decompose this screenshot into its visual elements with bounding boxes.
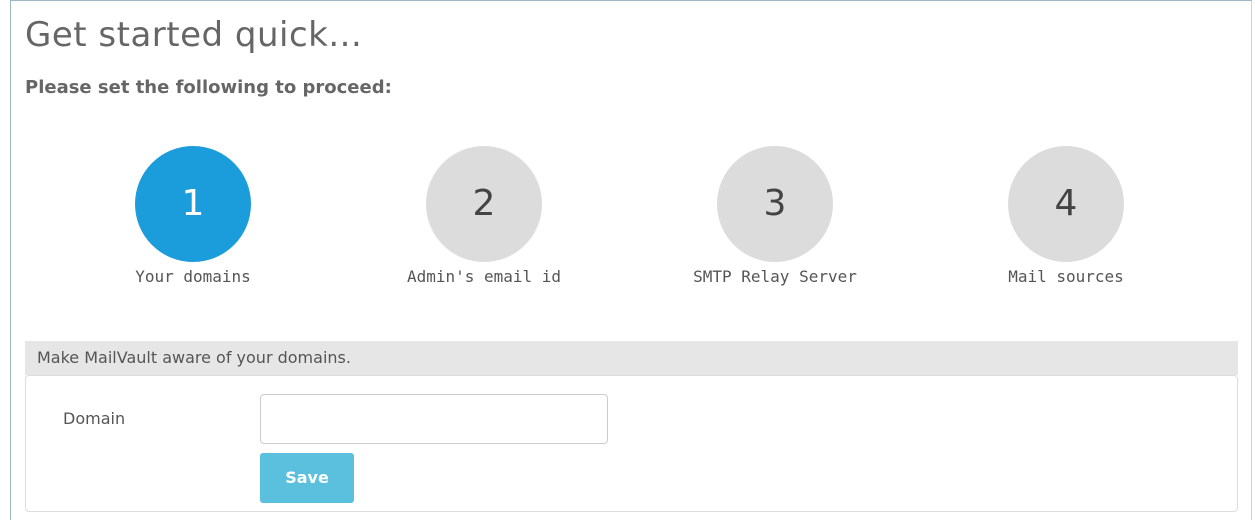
panel-header: Make MailVault aware of your domains. <box>25 341 1238 375</box>
step-number-circle: 1 <box>135 146 251 262</box>
step-admin-email[interactable]: 2 Admin's email id <box>364 146 604 296</box>
setup-wizard-frame: Get started quick... Please set the foll… <box>10 0 1252 520</box>
step-label: Mail sources <box>1008 267 1124 286</box>
step-number-circle: 2 <box>426 146 542 262</box>
page-subtitle: Please set the following to proceed: <box>25 77 392 98</box>
step-smtp-relay-server[interactable]: 3 SMTP Relay Server <box>655 146 895 296</box>
step-your-domains[interactable]: 1 Your domains <box>73 146 313 296</box>
page-title: Get started quick... <box>25 15 363 55</box>
save-button[interactable]: Save <box>260 453 354 503</box>
step-number-circle: 4 <box>1008 146 1124 262</box>
domain-input[interactable] <box>260 394 608 444</box>
step-number-circle: 3 <box>717 146 833 262</box>
domain-form-panel: Domain Save <box>25 375 1238 512</box>
step-label: Your domains <box>135 267 251 286</box>
step-label: SMTP Relay Server <box>693 267 857 286</box>
wizard-steps: 1 Your domains 2 Admin's email id 3 SMTP… <box>11 146 1253 296</box>
domain-label: Domain <box>63 409 126 428</box>
step-mail-sources[interactable]: 4 Mail sources <box>946 146 1186 296</box>
step-label: Admin's email id <box>406 267 562 286</box>
